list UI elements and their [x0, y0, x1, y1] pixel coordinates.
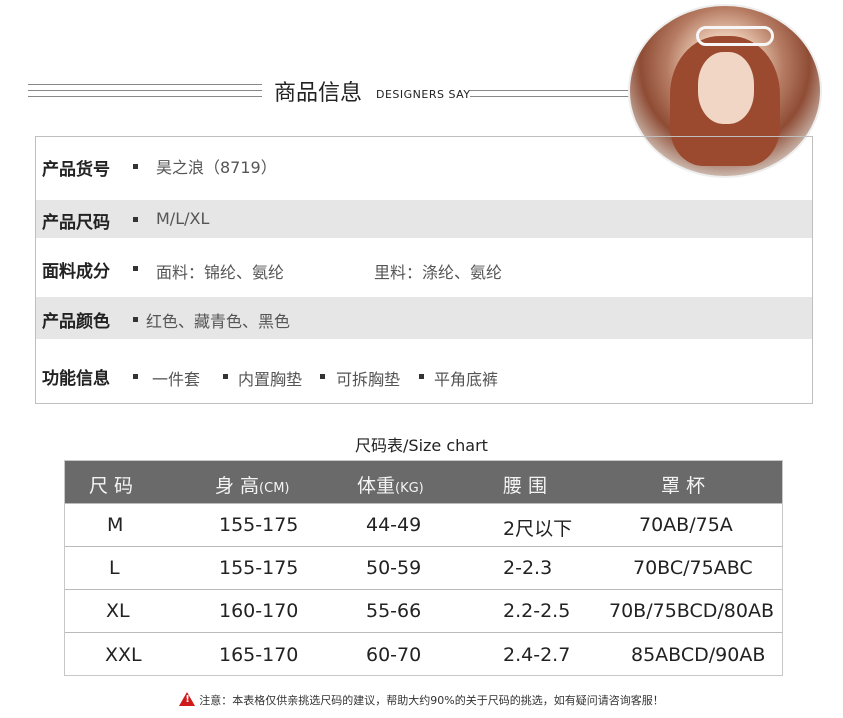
cell-height: 155-175: [219, 514, 299, 536]
info-value: M/L/XL: [156, 209, 210, 228]
cell-size: M: [107, 514, 124, 536]
table-row: M 155-175 44-49 2尺以下 70AB/75A: [65, 503, 782, 546]
info-value: 昊之浪（8719）: [156, 158, 277, 177]
cell-waist: 2-2.3: [503, 557, 553, 579]
size-chart-header: 尺 码 身 高(CM) 体重(KG) 腰 围 罩 杯: [65, 461, 782, 503]
bullet-icon: [133, 217, 138, 222]
info-row-item-number: 产品货号 昊之浪（8719）: [36, 137, 812, 195]
cell-waist: 2.2-2.5: [503, 600, 571, 622]
info-label: 功能信息: [42, 369, 110, 389]
header-height-label: 身 高: [215, 475, 260, 497]
info-value: 红色、藏青色、黑色: [146, 312, 291, 331]
cell-weight: 50-59: [366, 557, 422, 579]
header-weight-label: 体重: [357, 475, 396, 497]
header-rule-left-1: [28, 84, 262, 85]
bullet-icon: [133, 374, 138, 379]
cell-weight: 44-49: [366, 514, 422, 536]
header-rule-right-1: [470, 90, 640, 91]
info-label: 产品颜色: [42, 312, 110, 332]
cell-size: XXL: [105, 644, 142, 666]
header-rule-left-2: [28, 90, 262, 91]
table-row: XL 160-170 55-66 2.2-2.5 70B/75BCD/80AB: [65, 589, 782, 632]
size-note-text: 注意：本表格仅供亲挑选尺码的建议，帮助大约90%的关于尺码的挑选，如有疑问请咨询…: [199, 694, 664, 707]
table-row: XXL 165-170 60-70 2.4-2.7 85ABCD/90AB: [65, 632, 782, 675]
cell-cup: 85ABCD/90AB: [631, 644, 766, 666]
header-weight: 体重(KG): [357, 471, 424, 498]
header-rule-left-3: [28, 96, 262, 97]
info-value: 可拆胸垫: [336, 370, 401, 389]
cell-weight: 60-70: [366, 644, 422, 666]
info-value: 内置胸垫: [238, 370, 303, 389]
info-value: 一件套: [152, 370, 201, 389]
info-row-size: 产品尺码 M/L/XL: [36, 200, 812, 238]
cell-waist: 2.4-2.7: [503, 644, 571, 666]
cell-waist: 2尺以下: [503, 518, 573, 540]
info-row-color: 产品颜色 红色、藏青色、黑色: [36, 297, 812, 339]
info-value: 里料：涤纶、氨纶: [374, 263, 503, 282]
info-label: 面料成分: [42, 262, 110, 282]
cell-height: 165-170: [219, 644, 299, 666]
bullet-icon: [320, 374, 325, 379]
size-chart-title: 尺码表/Size chart: [355, 436, 488, 455]
cell-cup: 70AB/75A: [639, 514, 733, 536]
cell-size: XL: [106, 600, 130, 622]
bullet-icon: [419, 374, 424, 379]
header-weight-unit: (KG): [395, 481, 424, 496]
warning-icon: [179, 692, 196, 706]
cell-size: L: [109, 557, 120, 579]
info-row-fabric: 面料成分 面料：锦纶、氨纶 里料：涤纶、氨纶: [36, 245, 812, 295]
product-info-table: 产品货号 昊之浪（8719） 产品尺码 M/L/XL 面料成分 面料：锦纶、氨纶…: [35, 136, 813, 404]
bullet-icon: [133, 317, 138, 322]
info-label: 产品尺码: [42, 213, 110, 233]
header-height: 身 高(CM): [215, 471, 289, 498]
cell-height: 155-175: [219, 557, 299, 579]
bullet-icon: [133, 266, 138, 271]
size-note: 注意：本表格仅供亲挑选尺码的建议，帮助大约90%的关于尺码的挑选，如有疑问请咨询…: [0, 692, 843, 708]
size-chart-table: 尺 码 身 高(CM) 体重(KG) 腰 围 罩 杯 M 155-175 44-…: [64, 460, 783, 676]
cell-weight: 55-66: [366, 600, 422, 622]
cell-height: 160-170: [219, 600, 299, 622]
info-label: 产品货号: [42, 160, 110, 180]
bullet-icon: [223, 374, 228, 379]
cell-cup: 70B/75BCD/80AB: [609, 600, 774, 622]
header-waist: 腰 围: [503, 475, 548, 497]
section-subtitle: DESIGNERS SAY: [376, 88, 471, 101]
bullet-icon: [133, 164, 138, 169]
header-size: 尺 码: [89, 475, 134, 497]
section-title: 商品信息: [274, 81, 363, 106]
info-value: 面料：锦纶、氨纶: [156, 263, 285, 282]
table-row: L 155-175 50-59 2-2.3 70BC/75ABC: [65, 546, 782, 589]
info-value: 平角底裤: [434, 370, 499, 389]
header-cup: 罩 杯: [661, 475, 706, 497]
info-row-features: 功能信息 一件套 内置胸垫 可拆胸垫 平角底裤: [36, 347, 812, 403]
header-rule-right-2: [470, 96, 640, 97]
header-height-unit: (CM): [259, 481, 290, 496]
cell-cup: 70BC/75ABC: [633, 557, 753, 579]
